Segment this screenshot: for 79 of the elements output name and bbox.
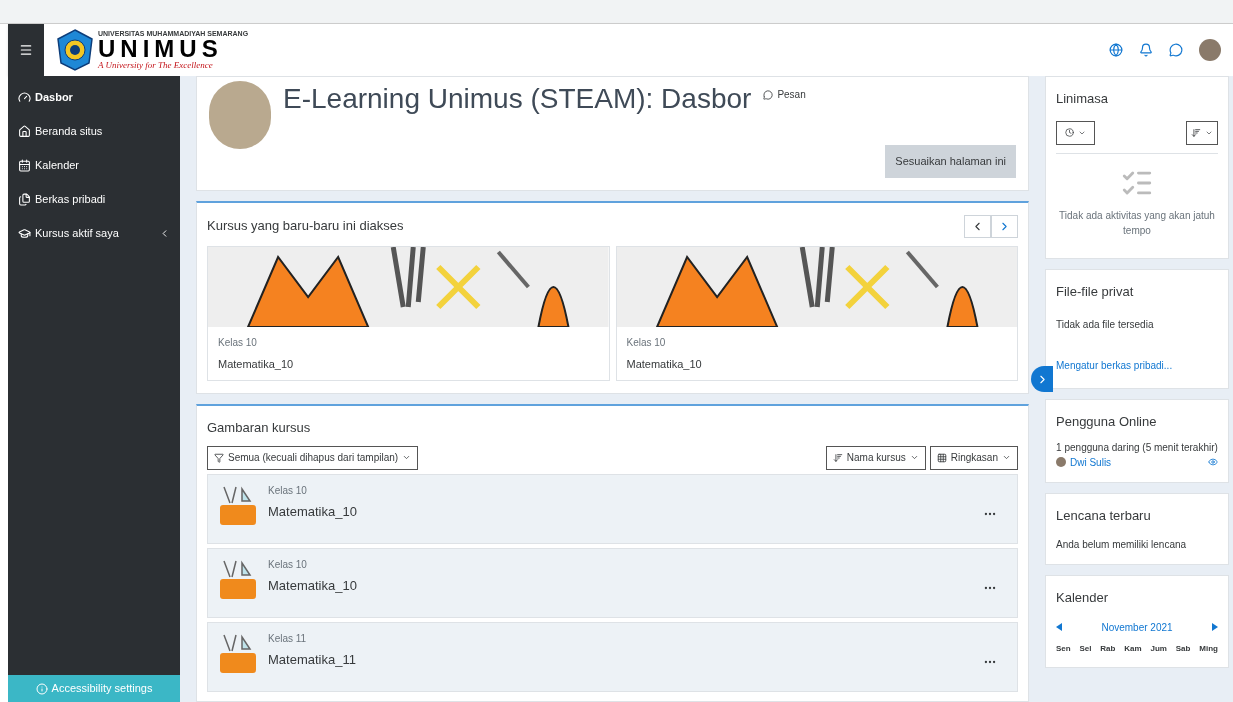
calendar-icon (18, 158, 31, 172)
user-avatar[interactable] (1199, 39, 1221, 61)
sort-icon (1191, 127, 1201, 138)
section-title: Gambaran kursus (207, 419, 312, 437)
weekday-label: Rab (1100, 642, 1116, 655)
sidebar-item[interactable]: Kalender (8, 148, 180, 182)
logo-text: UNIMUS (98, 37, 223, 61)
course-category: Kelas 11 (268, 631, 308, 646)
online-summary: 1 pengguna daring (5 menit terakhir) (1056, 440, 1218, 455)
university-emblem-icon (56, 29, 94, 71)
timeline-sort-dropdown[interactable] (1186, 120, 1218, 145)
dashboard-icon (18, 90, 31, 104)
message-icon[interactable] (1169, 43, 1183, 57)
course-name[interactable]: Matematika_10 (218, 355, 599, 372)
course-list-item[interactable]: Kelas 11 Matematika_11 (207, 621, 1018, 692)
view-dropdown[interactable]: Ringkasan (929, 445, 1018, 470)
course-name[interactable]: Matematika_10 (626, 355, 1007, 372)
course-category: Kelas 10 (218, 335, 258, 350)
notification-icon[interactable] (1139, 43, 1153, 57)
eye-icon[interactable] (1208, 457, 1218, 467)
calendar-month: November 2021 (1101, 620, 1173, 635)
empty-message: Tidak ada aktivitas yang akan jatuh tempo (1058, 208, 1216, 238)
user-avatar (1056, 457, 1066, 467)
filter-icon (214, 452, 224, 463)
previous-button[interactable] (964, 214, 991, 238)
weekday-label: Sel (1079, 642, 1092, 655)
weekday-label: Sen (1056, 642, 1071, 655)
block-title: File-file privat (1056, 282, 1135, 301)
course-category: Kelas 10 (626, 335, 667, 350)
message-icon (763, 89, 774, 100)
weekday-label: Ming (1199, 642, 1218, 655)
caret-icon (402, 453, 412, 462)
filter-dropdown[interactable]: Semua (kecuali dihapus dari tampilan) (207, 445, 419, 470)
clock-icon (1065, 128, 1074, 137)
course-name[interactable]: Matematika_10 (268, 501, 975, 521)
manage-files-link[interactable]: Mengatur berkas pribadi... (1056, 360, 1173, 371)
grid-icon (936, 452, 947, 463)
drawer-toggle-button[interactable] (1031, 366, 1053, 392)
weekday-label: Jum (1150, 642, 1167, 655)
home-icon (18, 124, 31, 138)
course-name[interactable]: Matematika_10 (268, 575, 975, 595)
sidebar-item[interactable]: Beranda situs (8, 114, 180, 148)
caret-icon (909, 453, 919, 462)
block-title: Linimasa (1056, 90, 1110, 108)
customize-page-button[interactable]: Sesuaikan halaman ini (885, 145, 1016, 178)
sidebar-item[interactable]: Dasbor (8, 80, 180, 114)
block-text: Anda belum memiliki lencana (1056, 538, 1188, 552)
course-list-item[interactable]: Kelas 10 Matematika_10 (207, 547, 1018, 618)
block-title: Lencana terbaru (1056, 506, 1152, 525)
sidebar-item[interactable]: Kursus aktif saya (8, 216, 180, 250)
block-title: Kalender (1056, 589, 1110, 607)
block-text: Tidak ada file tersedia (1056, 318, 1155, 332)
graduation-cap-icon (18, 226, 31, 240)
sort-dropdown[interactable]: Nama kursus (825, 445, 926, 470)
sort-icon (832, 452, 843, 463)
message-link[interactable]: Pesan (763, 87, 806, 102)
course-card[interactable]: Kelas 10 Matematika_10 (207, 245, 610, 381)
next-month-icon[interactable] (1212, 623, 1218, 631)
info-icon (35, 682, 48, 695)
course-list-item[interactable]: Kelas 10 Matematika_10 (207, 473, 1018, 544)
timeline-filter-dropdown[interactable] (1056, 120, 1095, 145)
course-name[interactable]: Matematika_11 (268, 649, 975, 669)
previous-month-icon[interactable] (1056, 623, 1062, 631)
logo-tagline: A University for The Excellence (98, 61, 214, 70)
user-link[interactable]: Dwi Sulis (1070, 454, 1204, 470)
weekday-label: Sab (1175, 642, 1191, 655)
files-icon (18, 192, 31, 206)
sidebar-item[interactable]: Berkas pribadi (8, 182, 180, 216)
menu-icon (19, 43, 33, 57)
page-title: E-Learning Unimus (STEAM): Dasbor (283, 82, 752, 116)
course-category: Kelas 10 (268, 557, 308, 572)
weekday-label: Kam (1124, 642, 1142, 655)
course-card[interactable]: Kelas 10 Matematika_10 (615, 245, 1018, 381)
course-category: Kelas 10 (268, 483, 308, 498)
block-title: Pengguna Online (1056, 413, 1158, 431)
section-title: Kursus yang baru-baru ini diakses (207, 217, 404, 236)
menu-button[interactable] (8, 24, 44, 76)
language-icon[interactable] (1109, 43, 1123, 57)
caret-icon (1002, 453, 1011, 462)
